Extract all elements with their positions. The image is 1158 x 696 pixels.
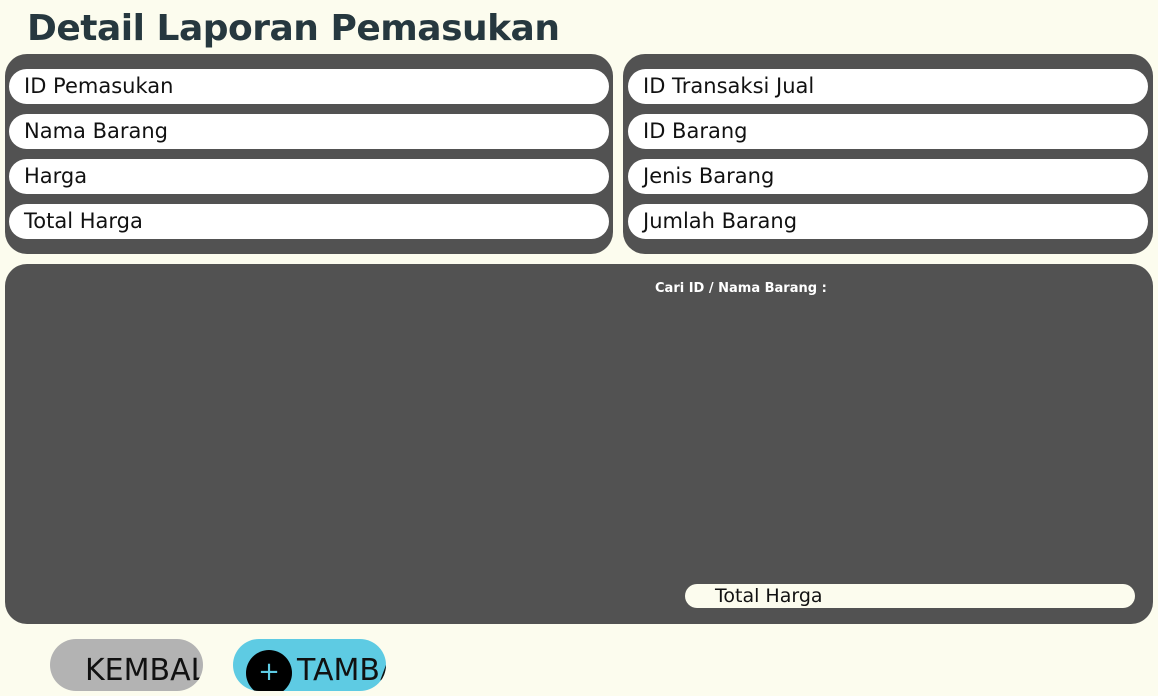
- page-title: Detail Laporan Pemasukan: [27, 8, 560, 49]
- back-button[interactable]: KEMBALI: [50, 639, 203, 691]
- add-button-label: TAMBAH: [297, 653, 386, 688]
- id-pemasukan-field[interactable]: ID Pemasukan: [9, 69, 609, 104]
- form-panel-right: ID Transaksi Jual ID Barang Jenis Barang…: [623, 54, 1153, 254]
- table-panel: Cari ID / Nama Barang : Total Harga: [5, 264, 1153, 624]
- form-panel-left: ID Pemasukan Nama Barang Harga Total Har…: [5, 54, 613, 254]
- back-button-label: KEMBALI: [85, 653, 203, 688]
- id-barang-field[interactable]: ID Barang: [628, 114, 1148, 149]
- plus-icon: +: [246, 650, 292, 691]
- jenis-barang-field[interactable]: Jenis Barang: [628, 159, 1148, 194]
- add-button[interactable]: + TAMBAH: [233, 639, 386, 691]
- jumlah-barang-field[interactable]: Jumlah Barang: [628, 204, 1148, 239]
- id-transaksi-jual-field[interactable]: ID Transaksi Jual: [628, 69, 1148, 104]
- search-label: Cari ID / Nama Barang :: [655, 281, 827, 296]
- total-harga-summary-field[interactable]: Total Harga: [685, 584, 1135, 608]
- harga-field[interactable]: Harga: [9, 159, 609, 194]
- nama-barang-field[interactable]: Nama Barang: [9, 114, 609, 149]
- total-harga-field[interactable]: Total Harga: [9, 204, 609, 239]
